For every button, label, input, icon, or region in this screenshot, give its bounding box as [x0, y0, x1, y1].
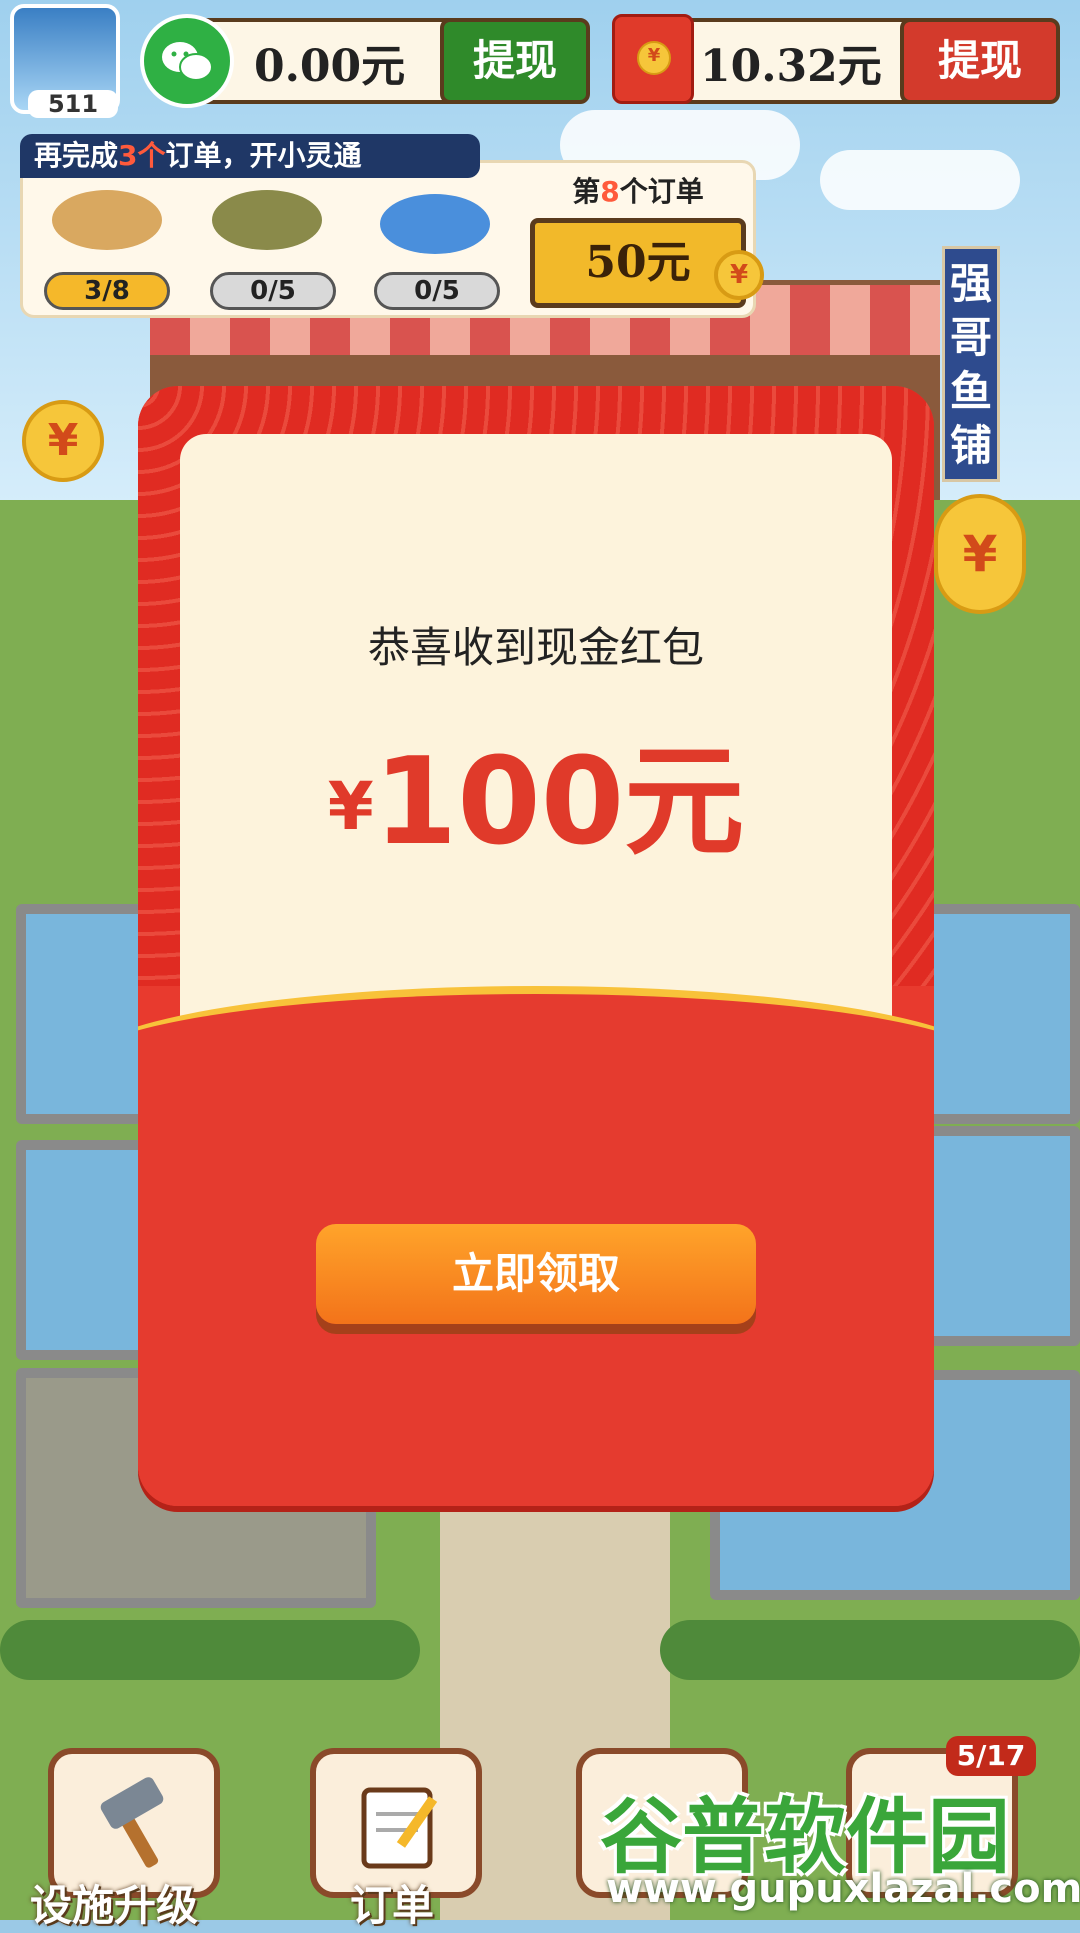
red-packet-card: 恭喜收到现金红包 ¥100元 [180, 434, 892, 1054]
amount-value: 100元 [373, 733, 745, 872]
reward-amount: ¥100元 [180, 704, 892, 878]
watermark: 谷普软件园 www.gupuxlazal.com [600, 1770, 1080, 1920]
red-packet-modal: 恭喜收到现金红包 ¥100元 立即领取 [138, 386, 934, 1506]
currency-symbol: ¥ [327, 768, 374, 845]
watermark-url: www.gupuxlazal.com [606, 1866, 1080, 1912]
modal-title: 恭喜收到现金红包 [367, 623, 704, 672]
claim-button[interactable]: 立即领取 [316, 1224, 756, 1324]
